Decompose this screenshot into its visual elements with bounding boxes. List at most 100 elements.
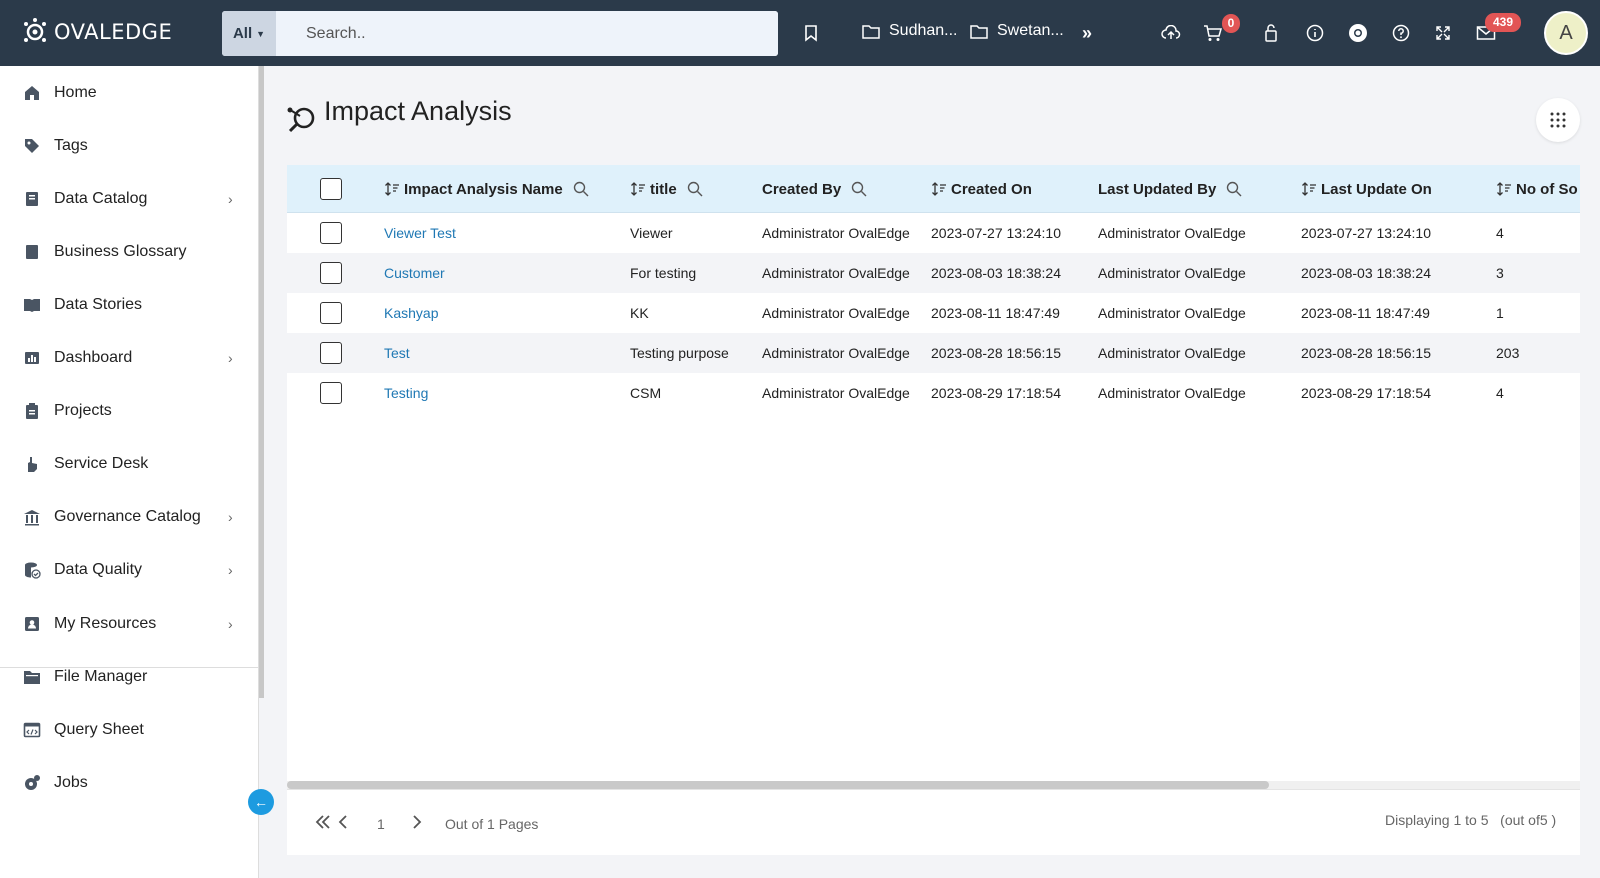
impact-analysis-name-link[interactable]: Viewer Test (384, 213, 456, 253)
created-on-cell: 2023-07-27 13:24:10 (931, 225, 1061, 241)
column-header-name[interactable]: Impact Analysis Name (384, 165, 589, 213)
sidebar-item-file-manager[interactable]: File Manager (0, 650, 259, 703)
arrow-left-icon: ← (254, 794, 268, 810)
impact-analysis-name-link[interactable]: Testing (384, 373, 428, 413)
sidebar-item-projects[interactable]: Projects (0, 384, 259, 437)
open-book-icon (22, 295, 42, 315)
column-header-last-updated-by[interactable]: Last Updated By (1098, 165, 1242, 213)
info-icon[interactable] (1304, 22, 1326, 44)
sidebar: Home Tags Data Catalog › Business Glossa… (0, 66, 259, 878)
sidebar-item-label: Home (54, 83, 97, 101)
fullscreen-icon[interactable] (1432, 22, 1454, 44)
row-checkbox[interactable] (320, 222, 342, 244)
sort-icon[interactable] (384, 181, 400, 197)
last-updated-by-cell: Administrator OvalEdge (1098, 225, 1246, 241)
sidebar-scrollbar[interactable] (259, 66, 264, 698)
cloud-upload-icon[interactable] (1160, 22, 1182, 44)
sidebar-item-data-catalog[interactable]: Data Catalog › (0, 172, 259, 225)
database-check-icon (22, 560, 42, 580)
folder-shortcut-1[interactable]: Sudhan... (862, 22, 958, 40)
impact-analysis-name-link[interactable]: Test (384, 333, 410, 373)
sidebar-item-service-desk[interactable]: Service Desk (0, 437, 259, 490)
sidebar-item-dashboard[interactable]: Dashboard › (0, 331, 259, 384)
app-grid-button[interactable] (1536, 98, 1580, 142)
sidebar-item-label: Governance Catalog (54, 507, 201, 525)
more-folders-icon[interactable]: » (1076, 22, 1098, 44)
chrome-icon[interactable] (1347, 22, 1369, 44)
column-header-created-by[interactable]: Created By (762, 165, 867, 213)
sidebar-item-tags[interactable]: Tags (0, 119, 259, 172)
sidebar-item-governance-catalog[interactable]: Governance Catalog › (0, 490, 259, 543)
row-checkbox[interactable] (320, 302, 342, 324)
column-header-created-on[interactable]: Created On (931, 165, 1032, 213)
help-icon[interactable] (1390, 22, 1412, 44)
last-updated-by-cell: Administrator OvalEdge (1098, 385, 1246, 401)
search-scope-dropdown[interactable]: All ▼ (222, 11, 276, 56)
first-page-icon[interactable] (314, 814, 332, 830)
sort-icon[interactable] (1301, 181, 1317, 197)
row-checkbox[interactable] (320, 262, 342, 284)
folder-shortcut-2[interactable]: Swetan... (970, 22, 1064, 40)
sort-icon[interactable] (931, 181, 947, 197)
horizontal-scrollbar-thumb[interactable] (287, 781, 1269, 789)
sidebar-item-business-glossary[interactable]: Business Glossary (0, 225, 259, 278)
search-icon[interactable] (1226, 181, 1242, 197)
created-by-cell: Administrator OvalEdge (762, 345, 910, 361)
sort-icon[interactable] (1496, 181, 1512, 197)
next-page-icon[interactable] (411, 814, 423, 830)
search-icon[interactable] (573, 181, 589, 197)
column-header-label: Last Updated By (1098, 180, 1217, 198)
sidebar-item-jobs[interactable]: Jobs (0, 756, 259, 809)
oval-edge-logo[interactable]: OVALEDGE (22, 18, 172, 46)
sidebar-item-my-resources[interactable]: My Resources › (0, 597, 259, 650)
created-on-cell: 2023-08-29 17:18:54 (931, 385, 1061, 401)
row-checkbox[interactable] (320, 342, 342, 364)
cart-icon[interactable] (1202, 22, 1224, 44)
created-on-cell: 2023-08-11 18:47:49 (931, 305, 1060, 321)
sort-icon[interactable] (630, 181, 646, 197)
access-request-icon[interactable] (1260, 22, 1282, 44)
search-icon[interactable] (687, 181, 703, 197)
title-cell: For testing (630, 265, 697, 281)
bookmark-icon[interactable] (800, 22, 822, 44)
sidebar-item-label: Data Quality (54, 560, 143, 578)
current-page-number[interactable]: 1 (377, 816, 385, 832)
collapse-sidebar-button[interactable]: ← (248, 789, 274, 815)
chevron-right-icon: › (228, 615, 233, 632)
select-all-checkbox[interactable] (320, 178, 342, 200)
column-header-label: Last Update On (1321, 180, 1432, 198)
folder-icon (970, 24, 988, 39)
sidebar-item-data-quality[interactable]: Data Quality › (0, 543, 259, 596)
user-avatar[interactable]: A (1544, 11, 1588, 55)
column-header-label: Impact Analysis Name (404, 180, 563, 198)
column-header-title[interactable]: title (630, 165, 703, 213)
sidebar-item-query-sheet[interactable]: Query Sheet (0, 703, 259, 756)
previous-page-icon[interactable] (337, 814, 349, 830)
logo-mark-icon (24, 18, 46, 42)
bank-icon (22, 507, 42, 527)
impact-analysis-name-link[interactable]: Customer (384, 253, 445, 293)
sidebar-item-label: Business Glossary (54, 242, 187, 260)
no-of-sources-cell: 4 (1496, 225, 1504, 241)
sidebar-item-data-stories[interactable]: Data Stories (0, 278, 259, 331)
last-updated-by-cell: Administrator OvalEdge (1098, 345, 1246, 361)
column-header-label: No of So (1516, 180, 1578, 198)
created-by-cell: Administrator OvalEdge (762, 225, 910, 241)
user-card-icon (22, 614, 42, 634)
row-checkbox[interactable] (320, 382, 342, 404)
book-icon (22, 242, 42, 262)
table-row: Kashyap KK Administrator OvalEdge 2023-0… (287, 293, 1580, 333)
impact-analysis-name-link[interactable]: Kashyap (384, 293, 438, 333)
table-header: Impact Analysis Name title Created By Cr… (287, 165, 1580, 213)
column-header-no-of-sources[interactable]: No of So (1496, 165, 1578, 213)
last-update-on-cell: 2023-07-27 13:24:10 (1301, 225, 1431, 241)
folder-shortcut-label: Swetan... (997, 22, 1064, 39)
search-input[interactable] (276, 11, 778, 56)
title-cell: CSM (630, 385, 662, 401)
sidebar-item-home[interactable]: Home (0, 66, 259, 119)
column-header-last-update-on[interactable]: Last Update On (1301, 165, 1432, 213)
search-icon[interactable] (851, 181, 867, 197)
no-of-sources-cell: 203 (1496, 345, 1520, 361)
chevron-right-icon: › (228, 349, 233, 366)
search-scope-label: All (232, 25, 253, 42)
